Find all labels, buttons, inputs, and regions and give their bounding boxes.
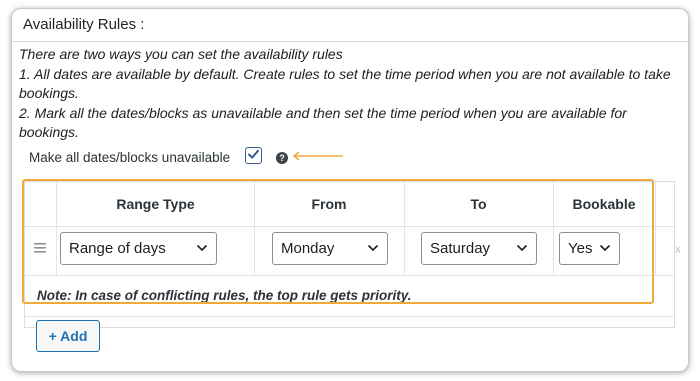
range-type-select[interactable]: Range of days [60,232,217,265]
add-rule-button[interactable]: + Add [36,320,100,352]
remove-row-button[interactable]: x [675,242,681,256]
chevron-down-icon [599,244,611,252]
column-divider [254,182,255,275]
bookable-value: Yes [568,240,593,257]
drag-handle-icon[interactable] [34,243,46,253]
to-select[interactable]: Saturday [421,232,537,265]
to-value: Saturday [430,240,491,257]
unavailable-label: Make all dates/blocks unavailable [29,149,231,165]
availability-rules-panel: Availability Rules : There are two ways … [11,8,689,372]
chevron-down-icon [516,244,528,252]
header-bookable: Bookable [572,196,636,212]
description: There are two ways you can set the avail… [19,45,679,143]
description-line-3: 2. Mark all the dates/blocks as unavaila… [19,104,627,141]
from-value: Monday [281,240,335,257]
description-line-1: There are two ways you can set the avail… [19,46,343,62]
column-divider [404,182,405,275]
from-select[interactable]: Monday [272,232,388,265]
description-line-2: 1. All dates are available by default. C… [19,65,671,102]
chevron-down-icon [367,244,379,252]
row-divider [25,275,674,276]
check-icon [248,149,259,159]
question-circle-icon[interactable]: ? [276,152,288,164]
section-title: Availability Rules : [23,16,145,33]
bookable-select[interactable]: Yes [559,232,620,265]
header-from: From [311,196,347,212]
row-divider [25,316,674,317]
header-to: To [470,196,487,212]
row-divider [25,226,674,227]
column-divider [56,182,57,275]
range-type-value: Range of days [69,240,166,257]
chevron-down-icon [196,244,208,252]
column-divider [655,182,656,275]
arrow-left-icon [293,151,343,161]
priority-note: Note: In case of conflicting rules, the … [37,288,412,303]
unavailable-option-row: Make all dates/blocks unavailable [29,146,230,168]
unavailable-checkbox[interactable] [245,147,262,164]
header-range-type: Range Type [116,196,195,212]
title-divider [12,41,688,42]
availability-table: Range Type From To Bookable Range of day… [24,181,681,328]
column-divider [553,182,554,275]
